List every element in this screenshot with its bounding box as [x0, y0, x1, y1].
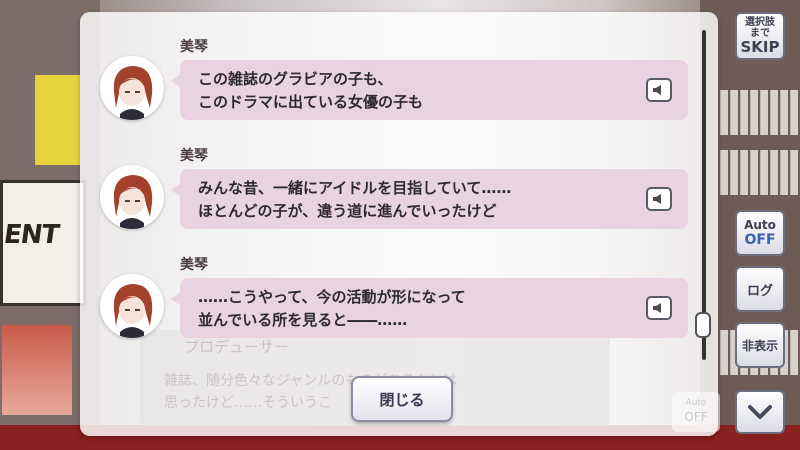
auto-state: OFF [744, 232, 776, 248]
message-line: ……こうやって、今の活動が形になって [198, 288, 466, 306]
scrollbar-thumb[interactable] [695, 312, 711, 338]
speaker-name: 美琴 [180, 148, 208, 164]
scrollbar-track[interactable] [702, 30, 706, 360]
book-row [720, 90, 798, 135]
close-button[interactable]: 閉じる [351, 376, 453, 422]
hide-ui-button[interactable]: 非表示 [735, 322, 785, 368]
underlying-auto-button: Auto OFF [672, 392, 720, 432]
skip-to-choice-button[interactable]: 選択肢 まで SKIP [735, 12, 785, 60]
backlog-entry: 美琴 この雑誌のグラビアの子も、 このドラマに出ている女優の子も [100, 36, 690, 126]
voice-replay-button[interactable] [646, 296, 672, 320]
auto-button[interactable]: Auto OFF [735, 210, 785, 256]
speaker-icon [653, 85, 661, 95]
avatar-image [100, 274, 164, 338]
log-button[interactable]: ログ [735, 266, 785, 312]
message-line: この雑誌のグラビアの子も、 [198, 70, 393, 88]
underlying-auto-label: Auto [685, 398, 707, 408]
voice-replay-button[interactable] [646, 187, 672, 211]
message-line: ほとんどの子が、違う道に進んでいったけど [198, 202, 497, 220]
backlog-entry: 美琴 ……こうやって、今の活動が形になって 並んでいる所を見ると――…… [100, 254, 690, 344]
auto-label: Auto [744, 218, 776, 232]
underlying-auto-state: OFF [684, 410, 708, 424]
speaker-icon [653, 194, 661, 204]
speaker-name: 美琴 [180, 39, 208, 55]
voice-replay-button[interactable] [646, 78, 672, 102]
message-line: 並んでいる所を見ると――…… [198, 311, 408, 329]
underlying-line: 思ったけど……そういうこ [164, 395, 332, 411]
skip-label: 選択肢 [745, 17, 775, 28]
avatar [100, 56, 164, 120]
message-bubble: この雑誌のグラビアの子も、 このドラマに出ている女優の子も [171, 60, 688, 120]
message-bubble: みんな昔、一緒にアイドルを目指していて…… ほとんどの子が、違う道に進んでいった… [171, 169, 688, 229]
book-row [720, 150, 798, 195]
next-button[interactable] [735, 390, 785, 434]
speaker-icon [653, 303, 661, 313]
poster-text: ENT [1, 220, 61, 250]
skip-label: SKIP [740, 38, 780, 56]
message-bubble: ……こうやって、今の活動が形になって 並んでいる所を見ると――…… [171, 278, 688, 338]
magazine-cover [35, 75, 80, 165]
magazine-cover [2, 325, 72, 415]
speaker-name: 美琴 [180, 257, 208, 273]
avatar-image [100, 165, 164, 229]
message-line: このドラマに出ている女優の子も [198, 93, 424, 111]
avatar [100, 274, 164, 338]
avatar-image [100, 56, 164, 120]
backlog-entry: 美琴 みんな昔、一緒にアイドルを目指していて…… ほとんどの子が、違う道に進んで… [100, 145, 690, 235]
message-line: みんな昔、一緒にアイドルを目指していて…… [198, 179, 512, 197]
avatar [100, 165, 164, 229]
chevron-down-icon [748, 405, 772, 419]
